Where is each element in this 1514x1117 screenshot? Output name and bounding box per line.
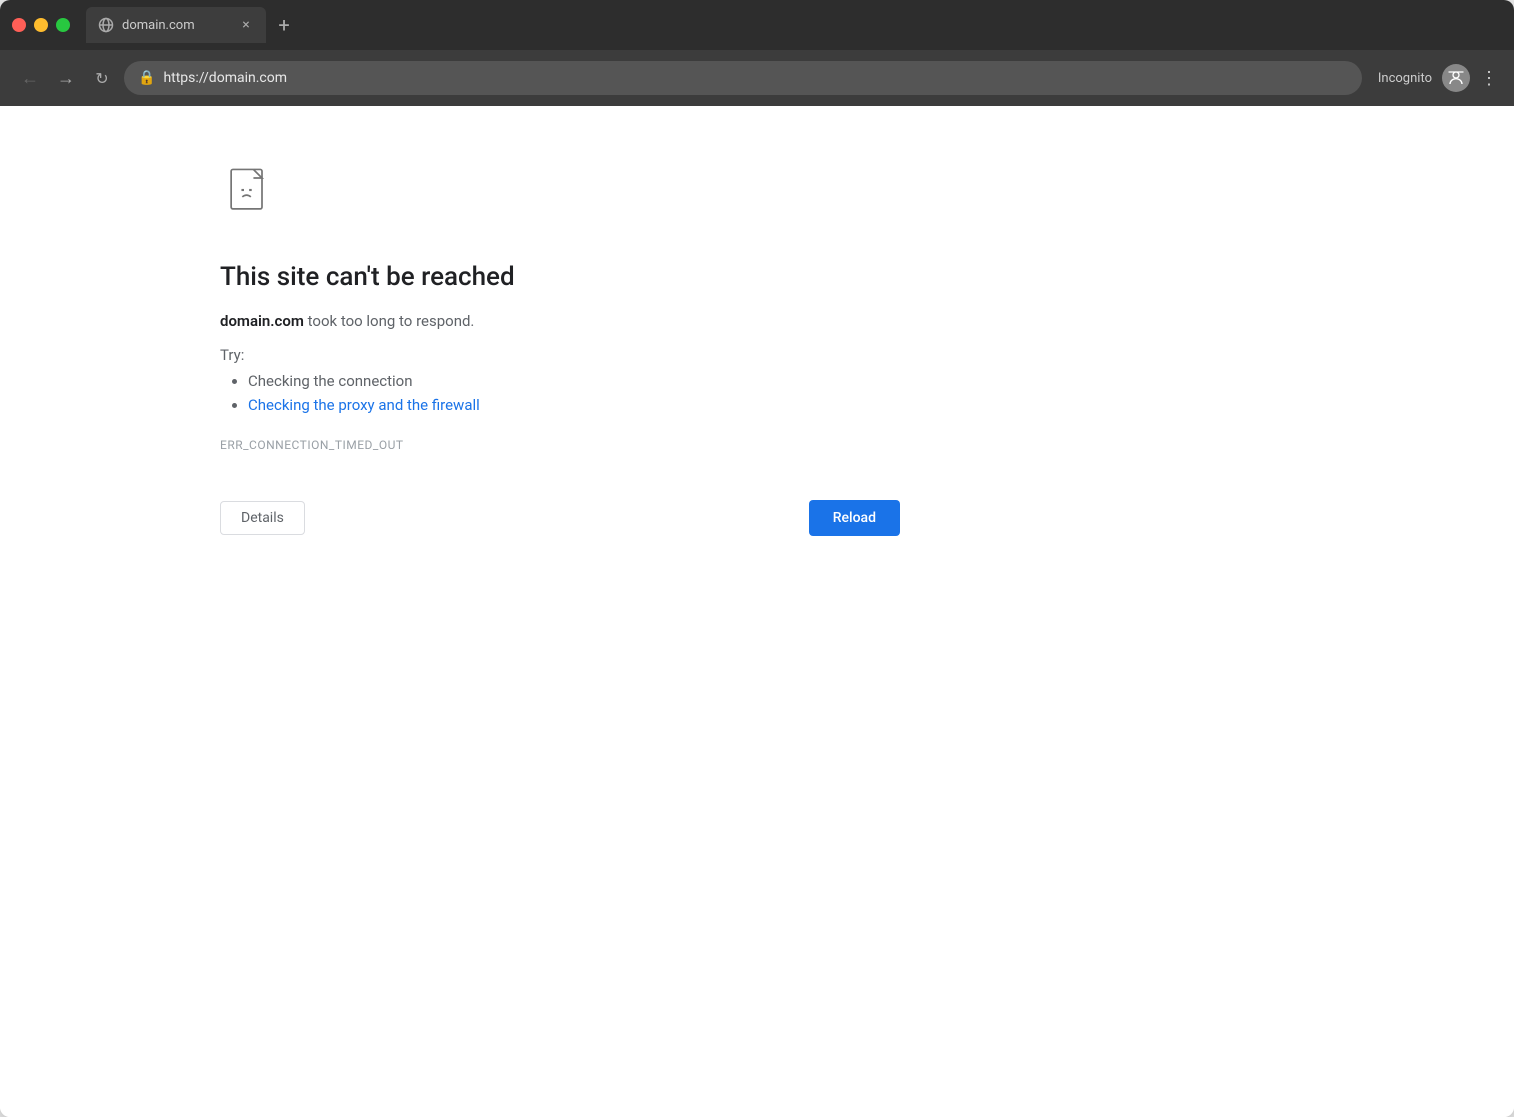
error-description-rest: took too long to respond. <box>304 312 475 330</box>
address-bar-right: Incognito ⋮ <box>1378 64 1498 92</box>
tab-favicon-icon <box>98 17 114 33</box>
error-domain: domain.com <box>220 312 304 330</box>
back-button[interactable]: ← <box>16 64 44 92</box>
tab-area: domain.com × + <box>86 7 1502 43</box>
page-content: This site can't be reached domain.com to… <box>0 106 1514 1117</box>
browser-window: domain.com × + ← → ↻ 🔒 https://domain.co… <box>0 0 1514 1117</box>
suggestion-connection: Checking the connection <box>248 372 900 390</box>
url-text: https://domain.com <box>163 70 287 86</box>
browser-tab[interactable]: domain.com × <box>86 7 266 43</box>
close-traffic-light[interactable] <box>12 18 26 32</box>
suggestions-list: Checking the connection Checking the pro… <box>220 372 900 414</box>
minimize-traffic-light[interactable] <box>34 18 48 32</box>
error-icon <box>220 166 900 230</box>
suggestion-connection-text: Checking the connection <box>248 372 413 390</box>
maximize-traffic-light[interactable] <box>56 18 70 32</box>
error-description: domain.com took too long to respond. <box>220 312 900 330</box>
forward-button[interactable]: → <box>52 64 80 92</box>
title-bar: domain.com × + <box>0 0 1514 50</box>
url-bar[interactable]: 🔒 https://domain.com <box>124 61 1362 95</box>
error-title: This site can't be reached <box>220 262 900 292</box>
incognito-icon <box>1442 64 1470 92</box>
try-label: Try: <box>220 346 900 364</box>
details-button[interactable]: Details <box>220 501 305 535</box>
tab-close-button[interactable]: × <box>238 17 254 33</box>
tab-title: domain.com <box>122 18 230 33</box>
traffic-lights <box>12 18 70 32</box>
suggestion-proxy-link[interactable]: Checking the proxy and the firewall <box>248 396 480 414</box>
lock-icon: 🔒 <box>138 70 155 86</box>
error-code: ERR_CONNECTION_TIMED_OUT <box>220 438 900 452</box>
address-bar: ← → ↻ 🔒 https://domain.com Incognito ⋮ <box>0 50 1514 106</box>
browser-menu-button[interactable]: ⋮ <box>1480 68 1498 89</box>
error-container: This site can't be reached domain.com to… <box>0 106 900 536</box>
reload-button[interactable]: Reload <box>809 500 900 536</box>
incognito-label: Incognito <box>1378 71 1432 86</box>
button-row: Details Reload <box>220 500 900 536</box>
suggestion-proxy: Checking the proxy and the firewall <box>248 396 900 414</box>
new-tab-button[interactable]: + <box>270 11 298 39</box>
reload-nav-button[interactable]: ↻ <box>88 64 116 92</box>
